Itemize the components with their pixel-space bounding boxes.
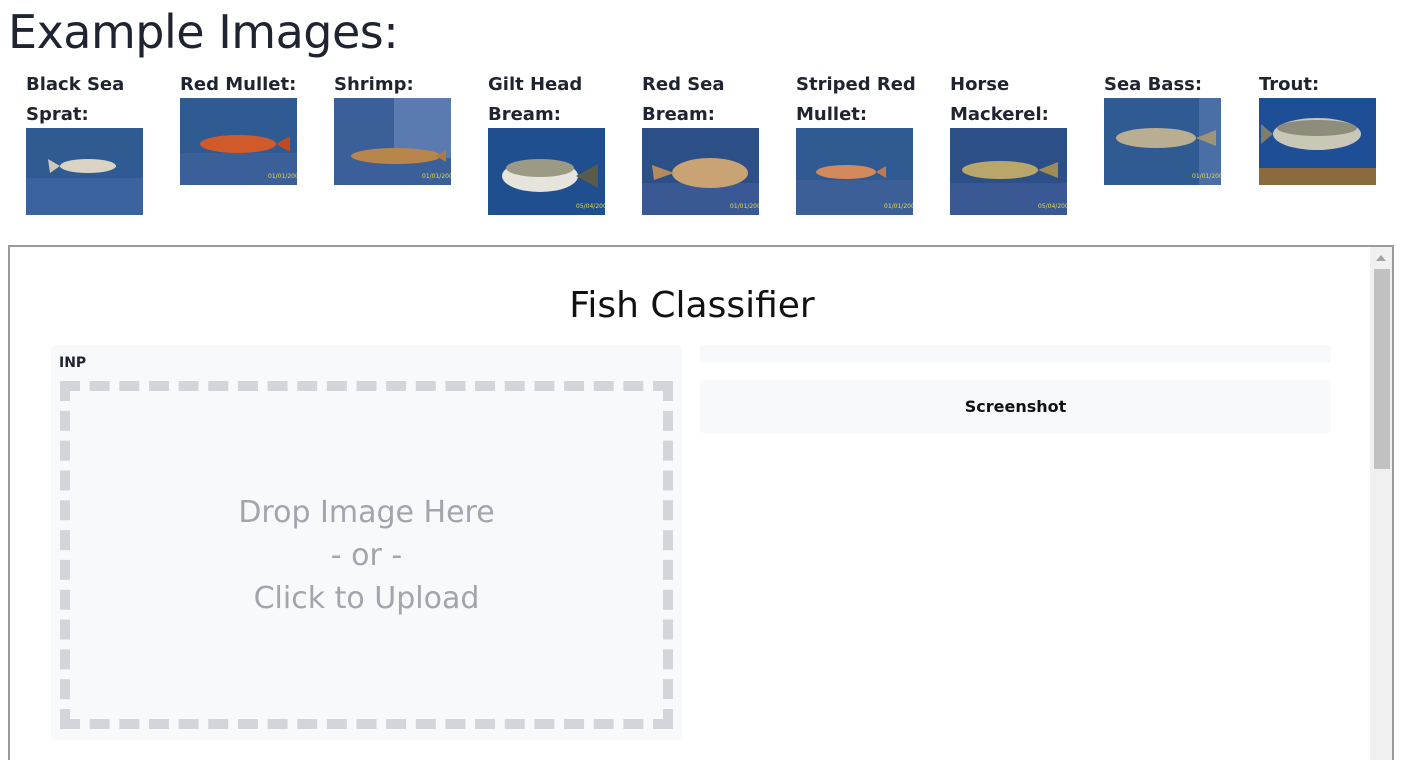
example-shrimp[interactable]: Shrimp: 01/01/2008 xyxy=(334,70,460,185)
example-label: Sea Bass: xyxy=(1104,74,1203,95)
example-gallery: Black Sea Sprat: Red Mullet: 01/01/2008 … xyxy=(26,70,1396,220)
example-striped-red-mullet[interactable]: Striped Red Mullet: 01/01/2008 xyxy=(796,70,922,215)
scroll-up-arrow-icon[interactable] xyxy=(1376,255,1386,261)
example-label: Black Sea Sprat: xyxy=(26,74,125,125)
trout-photo[interactable] xyxy=(1259,98,1376,185)
vertical-scrollbar[interactable] xyxy=(1370,247,1392,760)
example-black-sea-sprat[interactable]: Black Sea Sprat: xyxy=(26,70,152,215)
app-frame: Fish Classifier INP Drop Image Here - or… xyxy=(8,245,1394,760)
red-mullet-photo[interactable]: 01/01/2008 xyxy=(180,98,297,185)
svg-text:01/01/2008: 01/01/2008 xyxy=(1192,173,1221,180)
red-sea-bream-photo[interactable]: 01/01/2008 xyxy=(642,128,759,215)
svg-text:01/01/2008: 01/01/2008 xyxy=(730,203,759,210)
example-gilt-head-bream[interactable]: Gilt Head Bream: 05/04/2009 xyxy=(488,70,614,215)
screenshot-button[interactable]: Screenshot xyxy=(700,380,1331,433)
example-label: Striped Red Mullet: xyxy=(796,74,916,125)
example-label: Horse Mackerel: xyxy=(950,74,1049,125)
example-label: Trout: xyxy=(1259,74,1320,95)
page-heading: Example Images: xyxy=(8,5,399,59)
scrollbar-thumb[interactable] xyxy=(1374,269,1390,469)
example-label: Gilt Head Bream: xyxy=(488,74,583,125)
dropzone-line-drop: Drop Image Here xyxy=(238,494,495,530)
app-title: Fish Classifier xyxy=(569,285,815,326)
example-trout[interactable]: Trout: xyxy=(1259,70,1385,185)
example-sea-bass[interactable]: Sea Bass: 01/01/2008 xyxy=(1104,70,1230,185)
dropzone-line-or: - or - xyxy=(330,537,403,573)
image-dropzone[interactable]: Drop Image Here - or - Click to Upload xyxy=(60,381,673,729)
svg-text:05/04/2009: 05/04/2009 xyxy=(1038,203,1067,210)
dropzone-line-upload: Click to Upload xyxy=(253,580,480,616)
input-label: INP xyxy=(59,355,87,371)
output-panel xyxy=(700,345,1331,363)
gilt-head-bream-photo[interactable]: 05/04/2009 xyxy=(488,128,605,215)
example-label: Red Sea Bream: xyxy=(642,74,725,125)
example-red-mullet[interactable]: Red Mullet: 01/01/2008 xyxy=(180,70,306,185)
striped-red-mullet-photo[interactable]: 01/01/2008 xyxy=(796,128,913,215)
svg-text:01/01/2008: 01/01/2008 xyxy=(884,203,913,210)
example-label: Shrimp: xyxy=(334,74,414,95)
image-input-panel: INP Drop Image Here - or - Click to Uplo… xyxy=(51,345,682,740)
svg-text:05/04/2009: 05/04/2009 xyxy=(576,203,605,210)
example-red-sea-bream[interactable]: Red Sea Bream: 01/01/2008 xyxy=(642,70,768,215)
shrimp-photo[interactable]: 01/01/2008 xyxy=(334,98,451,185)
example-horse-mackerel[interactable]: Horse Mackerel: 05/04/2009 xyxy=(950,70,1076,215)
svg-text:01/01/2008: 01/01/2008 xyxy=(268,173,297,180)
horse-mackerel-photo[interactable]: 05/04/2009 xyxy=(950,128,1067,215)
example-label: Red Mullet: xyxy=(180,74,297,95)
black-sea-sprat-photo[interactable] xyxy=(26,128,143,215)
svg-text:01/01/2008: 01/01/2008 xyxy=(422,173,451,180)
sea-bass-photo[interactable]: 01/01/2008 xyxy=(1104,98,1221,185)
